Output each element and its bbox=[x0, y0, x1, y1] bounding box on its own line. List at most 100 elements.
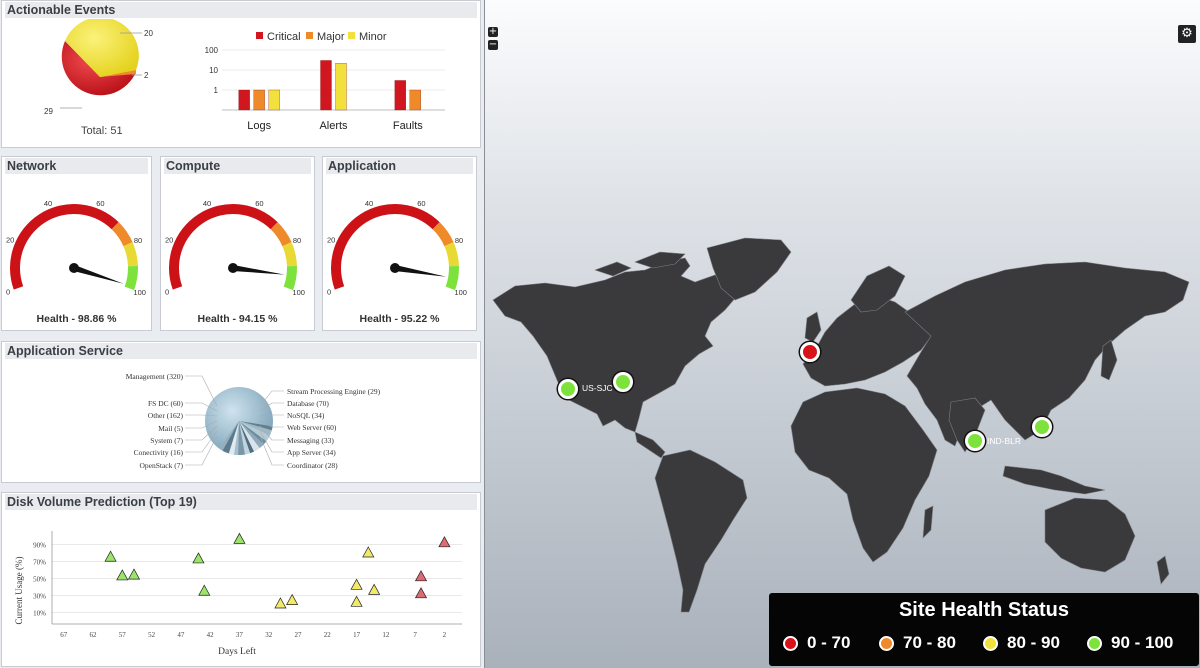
scatter-point[interactable] bbox=[368, 583, 381, 595]
continent-south-america bbox=[654, 449, 748, 613]
app-service-label-left: Conectivity (16) bbox=[134, 448, 184, 457]
gauge-tick-label: 0 bbox=[327, 288, 331, 297]
scatter-point[interactable] bbox=[350, 578, 363, 590]
legend-label-critical: Critical bbox=[267, 31, 301, 43]
gauge-needle bbox=[232, 265, 285, 275]
scatter-point[interactable] bbox=[438, 536, 451, 548]
legend-dot-yellow bbox=[983, 635, 998, 651]
world-map-panel[interactable]: + − ⚙ US-SJC IND-BLR Site Health Status … bbox=[484, 0, 1200, 668]
legend-label-major: Major bbox=[317, 31, 345, 43]
site-health-legend: Site Health Status 0 - 70 70 - 80 80 - 9… bbox=[769, 593, 1199, 666]
scatter-point[interactable] bbox=[414, 587, 428, 599]
disk-volume-scatter-chart[interactable]: 90% 70% 50% 30% 10% 67 62 57 52 47 42 37 32 27 22 17 12 7… bbox=[2, 511, 480, 666]
x-tick-label: 47 bbox=[177, 631, 185, 639]
site-marker-ind-blr[interactable] bbox=[965, 431, 985, 451]
continent-africa bbox=[790, 387, 938, 563]
health-value: Health - 98.86 % bbox=[36, 313, 117, 325]
panel-title: Application bbox=[326, 158, 473, 174]
scatter-point[interactable] bbox=[362, 546, 375, 558]
continent-australia bbox=[1044, 497, 1136, 573]
scatter-point[interactable] bbox=[274, 597, 287, 609]
legend-item-80-90: 80 - 90 bbox=[983, 633, 1060, 653]
gauge-tick-label: 100 bbox=[454, 288, 467, 297]
x-tick-label: 12 bbox=[382, 631, 390, 639]
gauge-tick-label: 100 bbox=[133, 288, 146, 297]
bar-logs-major[interactable] bbox=[253, 89, 265, 111]
app-service-label-right: Database (70) bbox=[287, 399, 329, 408]
legend-item-70-80: 70 - 80 bbox=[879, 633, 956, 653]
bar-alerts-critical[interactable] bbox=[320, 60, 332, 111]
x-tick-label: 22 bbox=[324, 631, 332, 639]
x-tick-label-alerts: Alerts bbox=[319, 120, 348, 132]
gauge-band bbox=[283, 265, 297, 291]
dashboard-left-column: Actionable Events 20 2 29 Total: 51 Crit… bbox=[0, 0, 484, 668]
gauge-band bbox=[123, 242, 138, 267]
gauge-needle bbox=[73, 265, 124, 284]
gauge-tick-label: 40 bbox=[44, 199, 52, 208]
site-marker-us-east[interactable] bbox=[613, 372, 633, 392]
bar-logs-critical[interactable] bbox=[238, 89, 250, 111]
x-tick-label: 62 bbox=[90, 631, 98, 639]
bar-faults-major[interactable] bbox=[409, 89, 421, 111]
panel-title: Actionable Events bbox=[5, 2, 477, 18]
x-tick-label: 2 bbox=[443, 631, 447, 639]
scatter-point[interactable] bbox=[104, 550, 117, 562]
y-tick-label: 90% bbox=[33, 542, 46, 550]
scatter-point[interactable] bbox=[192, 552, 205, 564]
gauge-tick-label: 0 bbox=[6, 288, 10, 297]
gauge-needle-hub bbox=[69, 263, 79, 273]
health-gauge[interactable]: 0 20 40 60 80 100 bbox=[323, 175, 477, 310]
landmass-madagascar bbox=[922, 505, 934, 539]
scatter-point[interactable] bbox=[233, 532, 246, 544]
application-service-pie-chart[interactable]: Management (320) FS DC (60) Other (162) Mai… bbox=[2, 360, 480, 482]
legend-title: Site Health Status bbox=[898, 599, 1070, 621]
site-label-ind-blr: IND-BLR bbox=[987, 436, 1022, 446]
scatter-point[interactable] bbox=[116, 569, 129, 581]
site-marker-us-sjc[interactable] bbox=[558, 379, 578, 399]
gauge-band bbox=[445, 265, 459, 291]
panel-title: Compute bbox=[164, 158, 311, 174]
site-label-us-sjc: US-SJC bbox=[582, 383, 613, 393]
events-pie-chart[interactable]: 20 2 29 bbox=[2, 19, 192, 129]
bar-alerts-minor[interactable] bbox=[335, 63, 347, 111]
panel-title: Application Service bbox=[5, 343, 477, 359]
health-gauge[interactable]: 0 20 40 60 80 100 bbox=[2, 175, 152, 310]
x-tick-label: 7 bbox=[413, 631, 417, 639]
world-map[interactable] bbox=[485, 0, 1200, 668]
scatter-point[interactable] bbox=[127, 568, 141, 580]
legend-dot-red bbox=[783, 635, 798, 651]
app-service-label-left: OpenStack (7) bbox=[139, 461, 183, 470]
gauge-tick-label: 20 bbox=[165, 235, 173, 244]
gauge-needle-hub bbox=[228, 263, 238, 273]
x-tick-label: 32 bbox=[265, 631, 273, 639]
gauge-band bbox=[169, 203, 278, 290]
site-marker-europe[interactable] bbox=[800, 342, 820, 362]
events-bar-chart[interactable]: Critical Major Minor 100 10 1 Logs Alerts Faults bbox=[192, 19, 472, 139]
y-tick-label: 70% bbox=[33, 559, 46, 567]
gauge-tick-label: 60 bbox=[417, 199, 425, 208]
landmass-central-america bbox=[634, 431, 666, 459]
legend-label: 80 - 90 bbox=[1007, 633, 1060, 652]
scatter-point[interactable] bbox=[286, 593, 299, 605]
bar-logs-minor[interactable] bbox=[268, 89, 280, 111]
scatter-point[interactable] bbox=[198, 584, 211, 596]
gauge-tick-label: 80 bbox=[455, 236, 463, 245]
y-tick-label: 1 bbox=[214, 86, 219, 95]
gauge-tick-label: 80 bbox=[293, 236, 301, 245]
app-service-label-left: Mail (5) bbox=[158, 424, 183, 433]
app-service-label-right: Stream Processing Engine (29) bbox=[287, 387, 381, 396]
app-service-label-right: NoSQL (34) bbox=[287, 411, 325, 420]
gauge-tick-label: 20 bbox=[327, 235, 335, 244]
gauge-band bbox=[124, 265, 138, 291]
scatter-point[interactable] bbox=[414, 570, 428, 582]
app-service-label-right: Messaging (33) bbox=[287, 436, 334, 445]
x-tick-label: 42 bbox=[207, 631, 215, 639]
x-tick-label: 52 bbox=[148, 631, 156, 639]
scatter-point[interactable] bbox=[350, 595, 363, 607]
gauge-panel-application: Application 0 20 40 60 80 100 Health - 95.22 % bbox=[322, 156, 477, 331]
x-tick-label-logs: Logs bbox=[247, 120, 271, 132]
site-marker-asia[interactable] bbox=[1032, 417, 1052, 437]
bar-faults-critical[interactable] bbox=[394, 80, 406, 111]
health-gauge[interactable]: 0 20 40 60 80 100 bbox=[161, 175, 315, 310]
legend-dot-orange bbox=[879, 635, 894, 651]
